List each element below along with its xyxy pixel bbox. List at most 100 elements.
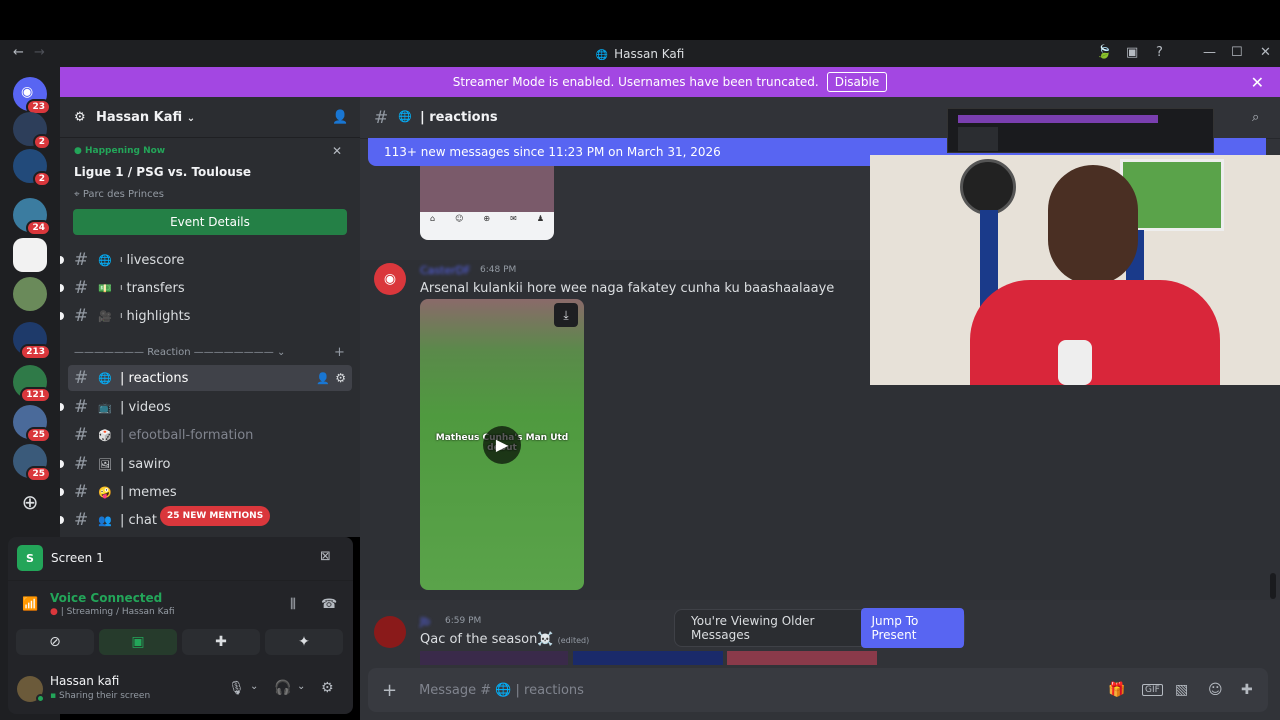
apps-icon[interactable]: ✚ [1241, 682, 1253, 698]
server-name-button[interactable]: Hassan Kafi ⌄ [96, 110, 195, 125]
category-label: Reaction [147, 347, 191, 358]
noise-suppression-icon[interactable]: ⫼ [290, 597, 296, 612]
inbox-icon[interactable]: ▣ [1126, 45, 1138, 60]
server-icon[interactable]: 121 [13, 365, 51, 403]
server-icon[interactable] [13, 277, 47, 311]
message-input[interactable]: + Message # 🌐 | reactions [368, 668, 1268, 712]
unread-dot [60, 403, 64, 411]
preview-sidebar [958, 127, 998, 151]
add-server-icon[interactable]: ⊕ [13, 485, 47, 519]
channel-item-reactions[interactable]: # 🌐 | reactions 👤 ⚙ [68, 365, 352, 391]
channel-emoji: 🖼 [98, 457, 112, 471]
channel-emoji: 👥 [98, 513, 112, 527]
connection-icon[interactable]: 📶 [22, 597, 38, 612]
server-icon[interactable]: 25 [13, 405, 51, 443]
hash-icon: # [74, 278, 89, 298]
disable-button[interactable]: Disable [826, 72, 888, 92]
gear-icon[interactable]: ⚙ [335, 371, 346, 385]
event-details-button[interactable]: Event Details [73, 209, 347, 235]
server-icon[interactable]: 2 [13, 149, 51, 187]
close-event-icon[interactable]: ✕ [332, 144, 342, 158]
gif-icon[interactable]: GIF [1142, 684, 1163, 696]
jump-to-present-button[interactable]: Jump To Present [861, 608, 964, 648]
channel-label: | efootball-formation [120, 427, 254, 443]
add-member-icon[interactable]: 👤 [316, 372, 330, 385]
message-author[interactable]: Jb [420, 615, 430, 628]
minimize-icon[interactable]: — [1203, 45, 1216, 60]
video-attachment[interactable]: ⤓ Matheus Cunha's Man Utd debut ▶ [420, 299, 584, 590]
server-icon[interactable]: 2 [13, 112, 51, 150]
event-title: Ligue 1 / PSG vs. Toulouse [74, 165, 252, 179]
hash-icon: # [74, 510, 89, 530]
message-author[interactable]: CasterDF [420, 264, 471, 277]
share-screen-button[interactable]: ▣ [99, 629, 177, 655]
webcam-overlay [870, 155, 1280, 385]
soundboard-button[interactable]: ✦ [265, 629, 343, 655]
globe-icon: 🌐 [398, 110, 412, 123]
channel-item-transfers[interactable]: # 💵 ı transfers [60, 275, 360, 301]
hash-icon: # [74, 482, 89, 502]
server-icon[interactable]: 24 [13, 198, 51, 236]
chevron-down-icon[interactable]: ⌄ [297, 681, 305, 692]
leaf-icon[interactable]: 🍃 [1096, 45, 1112, 60]
server-icon[interactable]: 25 [13, 444, 51, 482]
search-icon[interactable]: ⌕ [1252, 110, 1259, 125]
channel-item-livescore[interactable]: # 🌐 ı livescore [60, 247, 360, 273]
close-banner-icon[interactable]: ✕ [1251, 73, 1264, 92]
channel-item-efootball-formation[interactable]: # 🎲 | efootball-formation [60, 422, 360, 448]
server-icon[interactable] [13, 238, 47, 272]
channel-item-videos[interactable]: # 📺 | videos [60, 394, 360, 420]
video-thumbnail[interactable] [573, 651, 723, 665]
hash-icon: # [74, 454, 89, 474]
channel-item-sawiro[interactable]: # 🖼 | sawiro [60, 451, 360, 477]
image-content [420, 166, 554, 212]
gift-icon[interactable]: 🎁 [1108, 682, 1125, 698]
microphone [1058, 340, 1092, 385]
unread-dot [60, 460, 64, 468]
live-dot-icon: ● [50, 607, 58, 617]
server-icon[interactable]: 213 [13, 322, 51, 360]
video-thumbnail[interactable] [727, 651, 877, 665]
divider [8, 580, 353, 581]
microphone-icon[interactable]: 🎙 [228, 681, 245, 696]
location-pin-icon: ⌖ [74, 189, 80, 200]
disconnect-icon[interactable]: ☎ [321, 597, 337, 612]
video-thumbnail[interactable] [420, 651, 568, 665]
create-channel-icon[interactable]: + [334, 345, 345, 360]
title-bar: ← → 🌐 Hassan Kafi 🍃 ▣ ? — ☐ ✕ [0, 40, 1280, 67]
settings-gear-icon[interactable]: ⚙ [321, 680, 334, 696]
home-discord-icon[interactable]: ◉ 23 [13, 77, 51, 115]
close-window-icon[interactable]: ✕ [1260, 45, 1271, 60]
play-icon[interactable]: ▶ [483, 426, 521, 464]
camera-off-icon: ⊘ [49, 634, 61, 650]
sticker-icon[interactable]: ▧ [1175, 682, 1188, 698]
emoji-icon[interactable]: ☺ [1208, 682, 1223, 698]
divider [60, 137, 360, 138]
download-icon[interactable]: ⤓ [554, 303, 578, 327]
activity-button[interactable]: ✚ [182, 629, 260, 655]
video-off-button[interactable]: ⊘ [16, 629, 94, 655]
screen-status-icon: ▪ [50, 691, 57, 701]
username: Hassan kafi [50, 674, 120, 688]
channel-item-memes[interactable]: # 🤪 | memes [60, 479, 360, 505]
hash-icon: # [74, 397, 89, 417]
maximize-icon[interactable]: ☐ [1231, 45, 1243, 60]
chevron-down-icon[interactable]: ⌄ [250, 681, 258, 692]
voice-status[interactable]: Voice Connected [50, 591, 162, 605]
image-attachment[interactable]: ⌂ ☺ ⊕ ✉ ♟ [420, 166, 554, 240]
headphones-icon[interactable]: 🎧 [274, 680, 291, 696]
avatar[interactable]: ◉ [374, 263, 406, 295]
avatar[interactable] [374, 616, 406, 648]
invite-icon[interactable]: 👤 [332, 110, 348, 125]
scrollbar-thumb[interactable] [1270, 573, 1276, 599]
new-mentions-badge[interactable]: 25 NEW MENTIONS [160, 506, 271, 526]
add-attachment-icon[interactable]: + [382, 680, 397, 701]
category-reaction[interactable]: ——————— Reaction ———————— ⌄ [74, 347, 285, 358]
apps-icon: ✚ [215, 634, 227, 650]
event-location-text: Parc des Princes [82, 189, 164, 200]
help-icon[interactable]: ? [1156, 45, 1163, 60]
chevron-down-icon: ⌄ [276, 347, 286, 358]
hash-icon: # [74, 425, 89, 445]
channel-item-highlights[interactable]: # 🎥 ı highlights [60, 303, 360, 329]
stop-stream-icon[interactable]: ⊠ [320, 549, 331, 564]
